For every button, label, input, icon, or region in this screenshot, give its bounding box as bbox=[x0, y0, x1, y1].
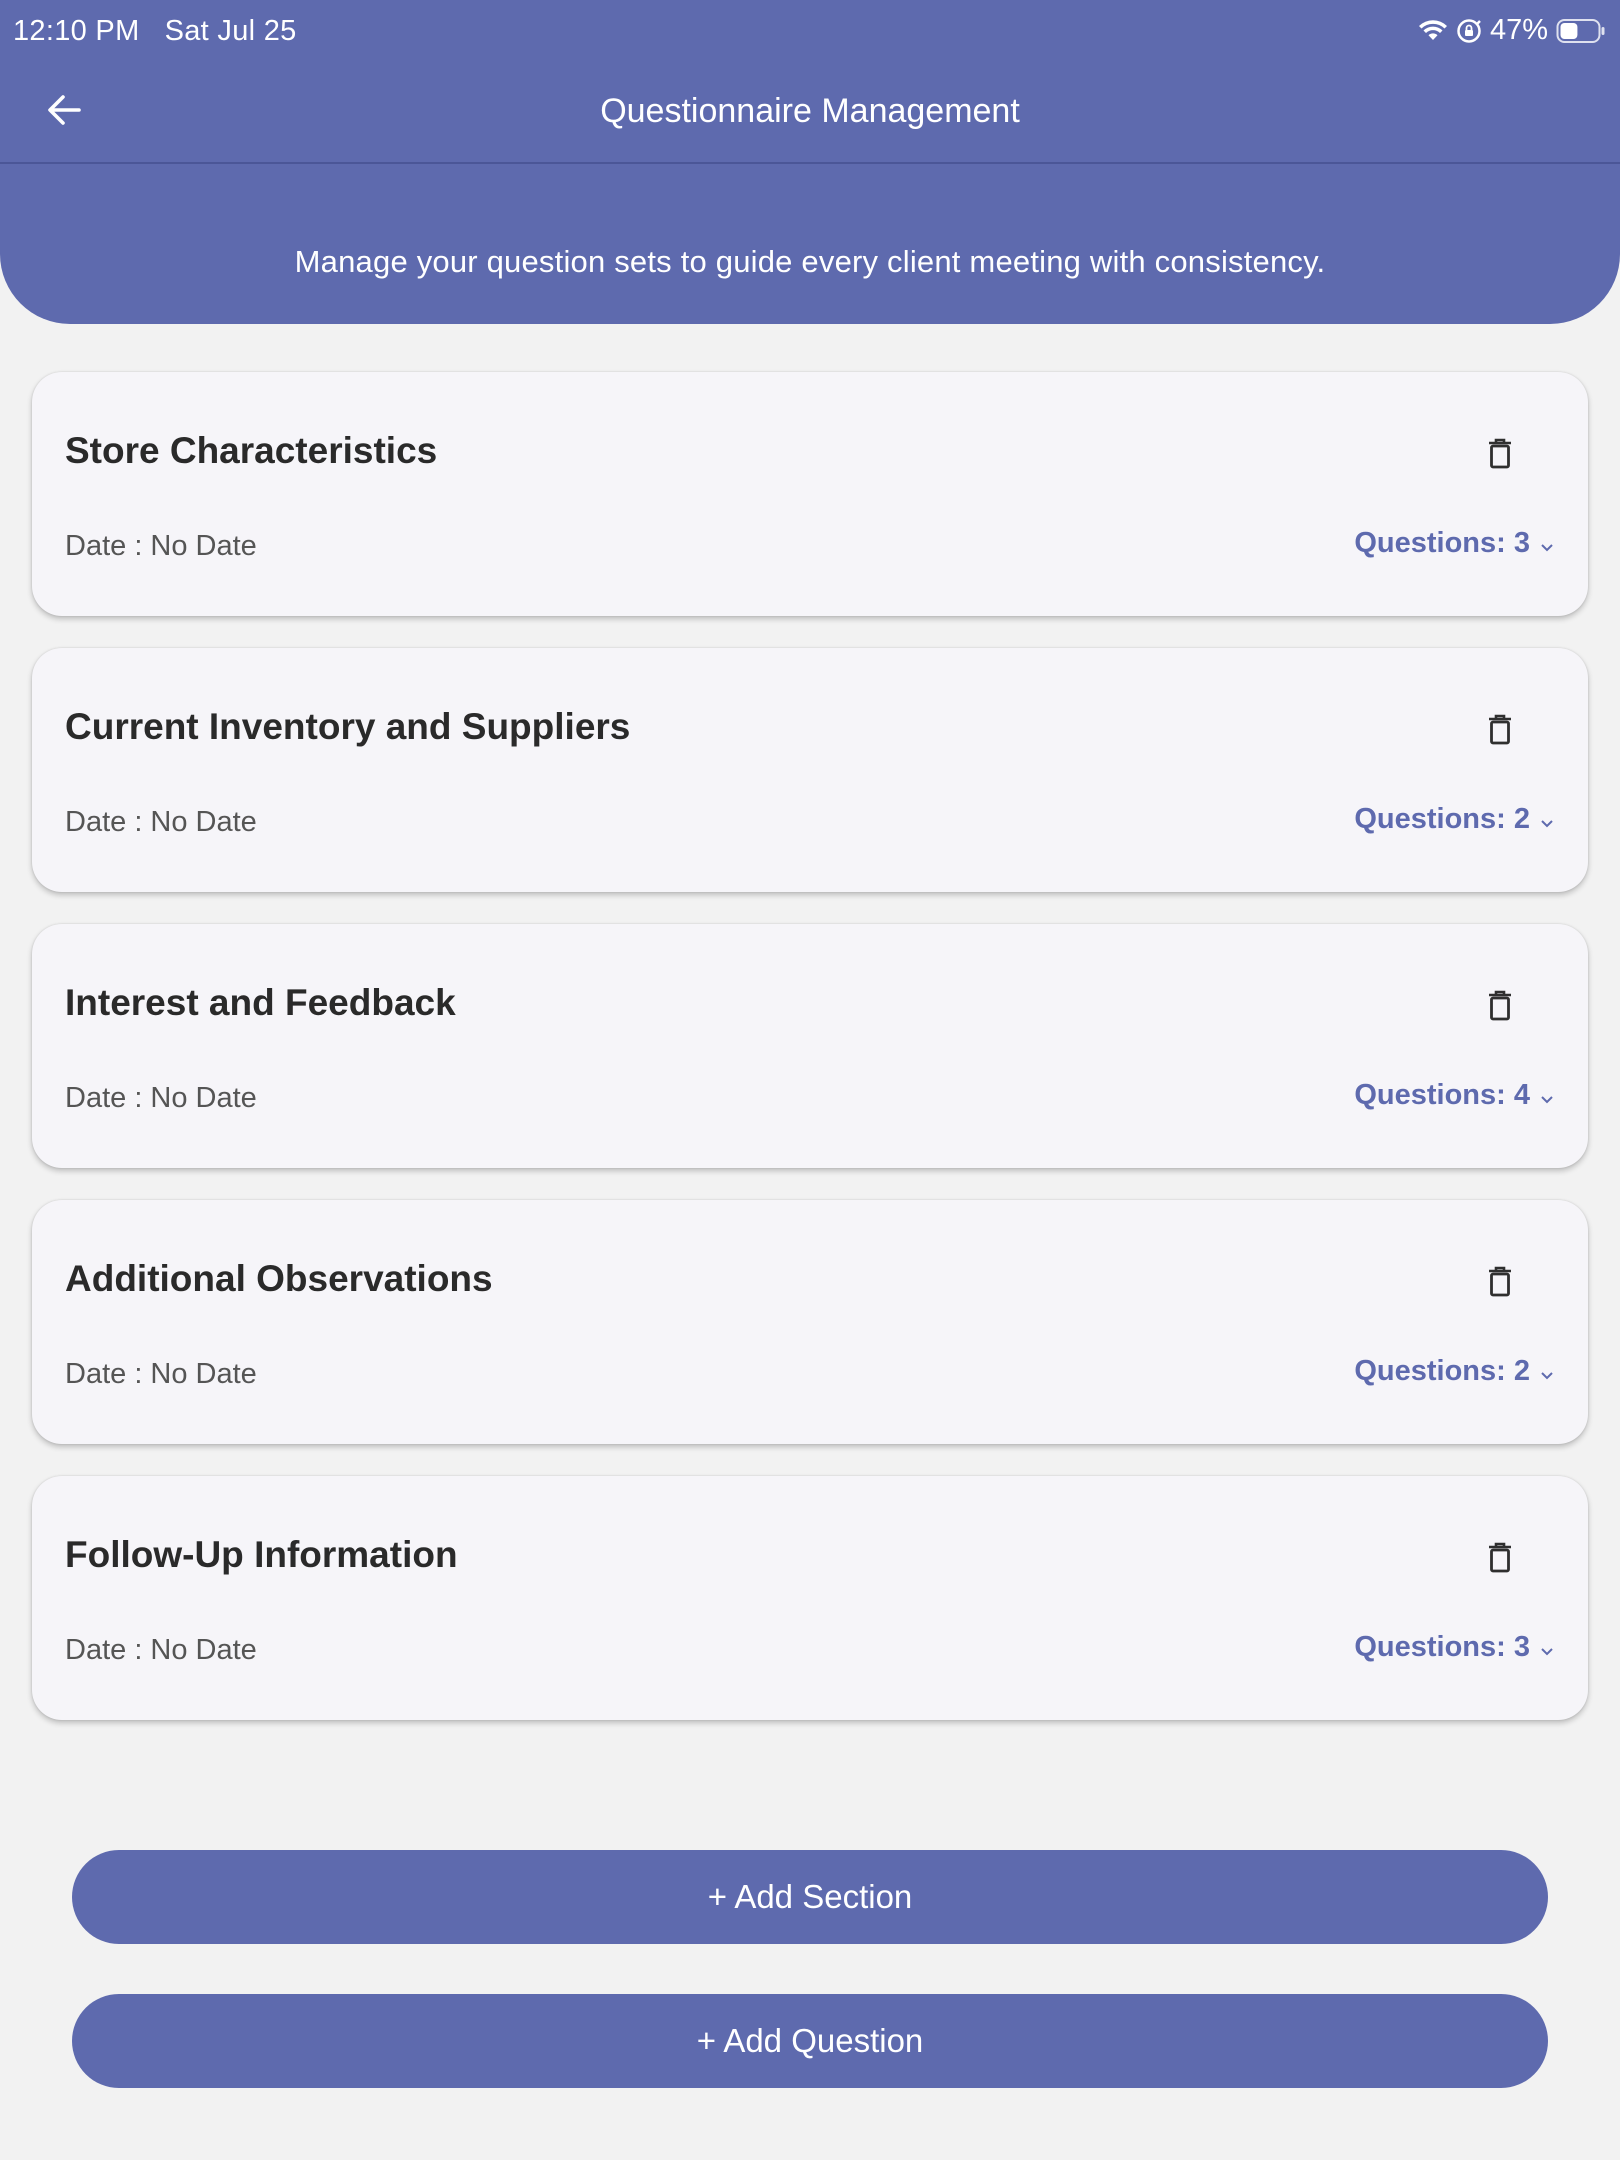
trash-icon bbox=[1487, 990, 1513, 1027]
action-buttons: + Add Section + Add Question bbox=[72, 1850, 1548, 2138]
trash-icon bbox=[1487, 1266, 1513, 1303]
orientation-lock-icon bbox=[1456, 18, 1482, 44]
section-date: Date : No Date bbox=[65, 1634, 257, 1666]
chevron-down-icon bbox=[1540, 1079, 1554, 1112]
questions-toggle[interactable]: Questions: 4 bbox=[1354, 1079, 1554, 1112]
trash-icon bbox=[1487, 1542, 1513, 1579]
delete-section-button[interactable] bbox=[1476, 708, 1524, 756]
chevron-down-icon bbox=[1540, 803, 1554, 836]
wifi-icon bbox=[1418, 19, 1448, 43]
battery-icon bbox=[1556, 18, 1606, 44]
page-subtitle: Manage your question sets to guide every… bbox=[294, 244, 1326, 279]
section-card[interactable]: Store Characteristics Date : No Date Que… bbox=[32, 372, 1588, 616]
questions-count: Questions: 3 bbox=[1354, 527, 1530, 559]
section-date: Date : No Date bbox=[65, 1082, 257, 1114]
questions-toggle[interactable]: Questions: 3 bbox=[1354, 1631, 1554, 1664]
questions-count: Questions: 4 bbox=[1354, 1079, 1530, 1111]
section-card[interactable]: Current Inventory and Suppliers Date : N… bbox=[32, 648, 1588, 892]
add-section-button[interactable]: + Add Section bbox=[72, 1850, 1548, 1944]
section-title: Follow-Up Information bbox=[65, 1534, 458, 1575]
section-title: Current Inventory and Suppliers bbox=[65, 706, 631, 747]
battery-percent: 47% bbox=[1489, 14, 1548, 46]
questions-count: Questions: 3 bbox=[1354, 1631, 1530, 1663]
page-title: Questionnaire Management bbox=[600, 92, 1020, 130]
trash-icon bbox=[1487, 714, 1513, 751]
section-title: Interest and Feedback bbox=[65, 982, 456, 1023]
questions-toggle[interactable]: Questions: 3 bbox=[1354, 527, 1554, 560]
section-title: Additional Observations bbox=[65, 1258, 493, 1299]
trash-icon bbox=[1487, 438, 1513, 475]
chevron-down-icon bbox=[1540, 527, 1554, 560]
status-time: 12:10 PM Sat Jul 25 bbox=[13, 15, 297, 48]
status-indicators: 47% bbox=[1418, 14, 1606, 47]
section-card[interactable]: Additional Observations Date : No Date Q… bbox=[32, 1200, 1588, 1444]
chevron-down-icon bbox=[1540, 1631, 1554, 1664]
delete-section-button[interactable] bbox=[1476, 984, 1524, 1032]
header-banner: 12:10 PM Sat Jul 25 47% Questionnaire Ma… bbox=[0, 0, 1620, 324]
questions-toggle[interactable]: Questions: 2 bbox=[1354, 803, 1554, 836]
section-date: Date : No Date bbox=[65, 806, 257, 838]
section-title: Store Characteristics bbox=[65, 430, 438, 471]
chevron-down-icon bbox=[1540, 1355, 1554, 1388]
section-card[interactable]: Interest and Feedback Date : No Date Que… bbox=[32, 924, 1588, 1168]
section-list: Store Characteristics Date : No Date Que… bbox=[32, 372, 1588, 1752]
questions-count: Questions: 2 bbox=[1354, 803, 1530, 835]
delete-section-button[interactable] bbox=[1476, 1260, 1524, 1308]
add-question-button[interactable]: + Add Question bbox=[72, 1994, 1548, 2088]
status-clock: 12:10 PM bbox=[13, 15, 140, 47]
status-date: Sat Jul 25 bbox=[164, 15, 297, 47]
delete-section-button[interactable] bbox=[1476, 432, 1524, 480]
app-bar: Questionnaire Management bbox=[0, 60, 1620, 164]
section-date: Date : No Date bbox=[65, 530, 257, 562]
section-date: Date : No Date bbox=[65, 1358, 257, 1390]
status-bar: 12:10 PM Sat Jul 25 47% bbox=[0, 0, 1620, 60]
delete-section-button[interactable] bbox=[1476, 1536, 1524, 1584]
questions-toggle[interactable]: Questions: 2 bbox=[1354, 1355, 1554, 1388]
questions-count: Questions: 2 bbox=[1354, 1355, 1530, 1387]
section-card[interactable]: Follow-Up Information Date : No Date Que… bbox=[32, 1476, 1588, 1720]
